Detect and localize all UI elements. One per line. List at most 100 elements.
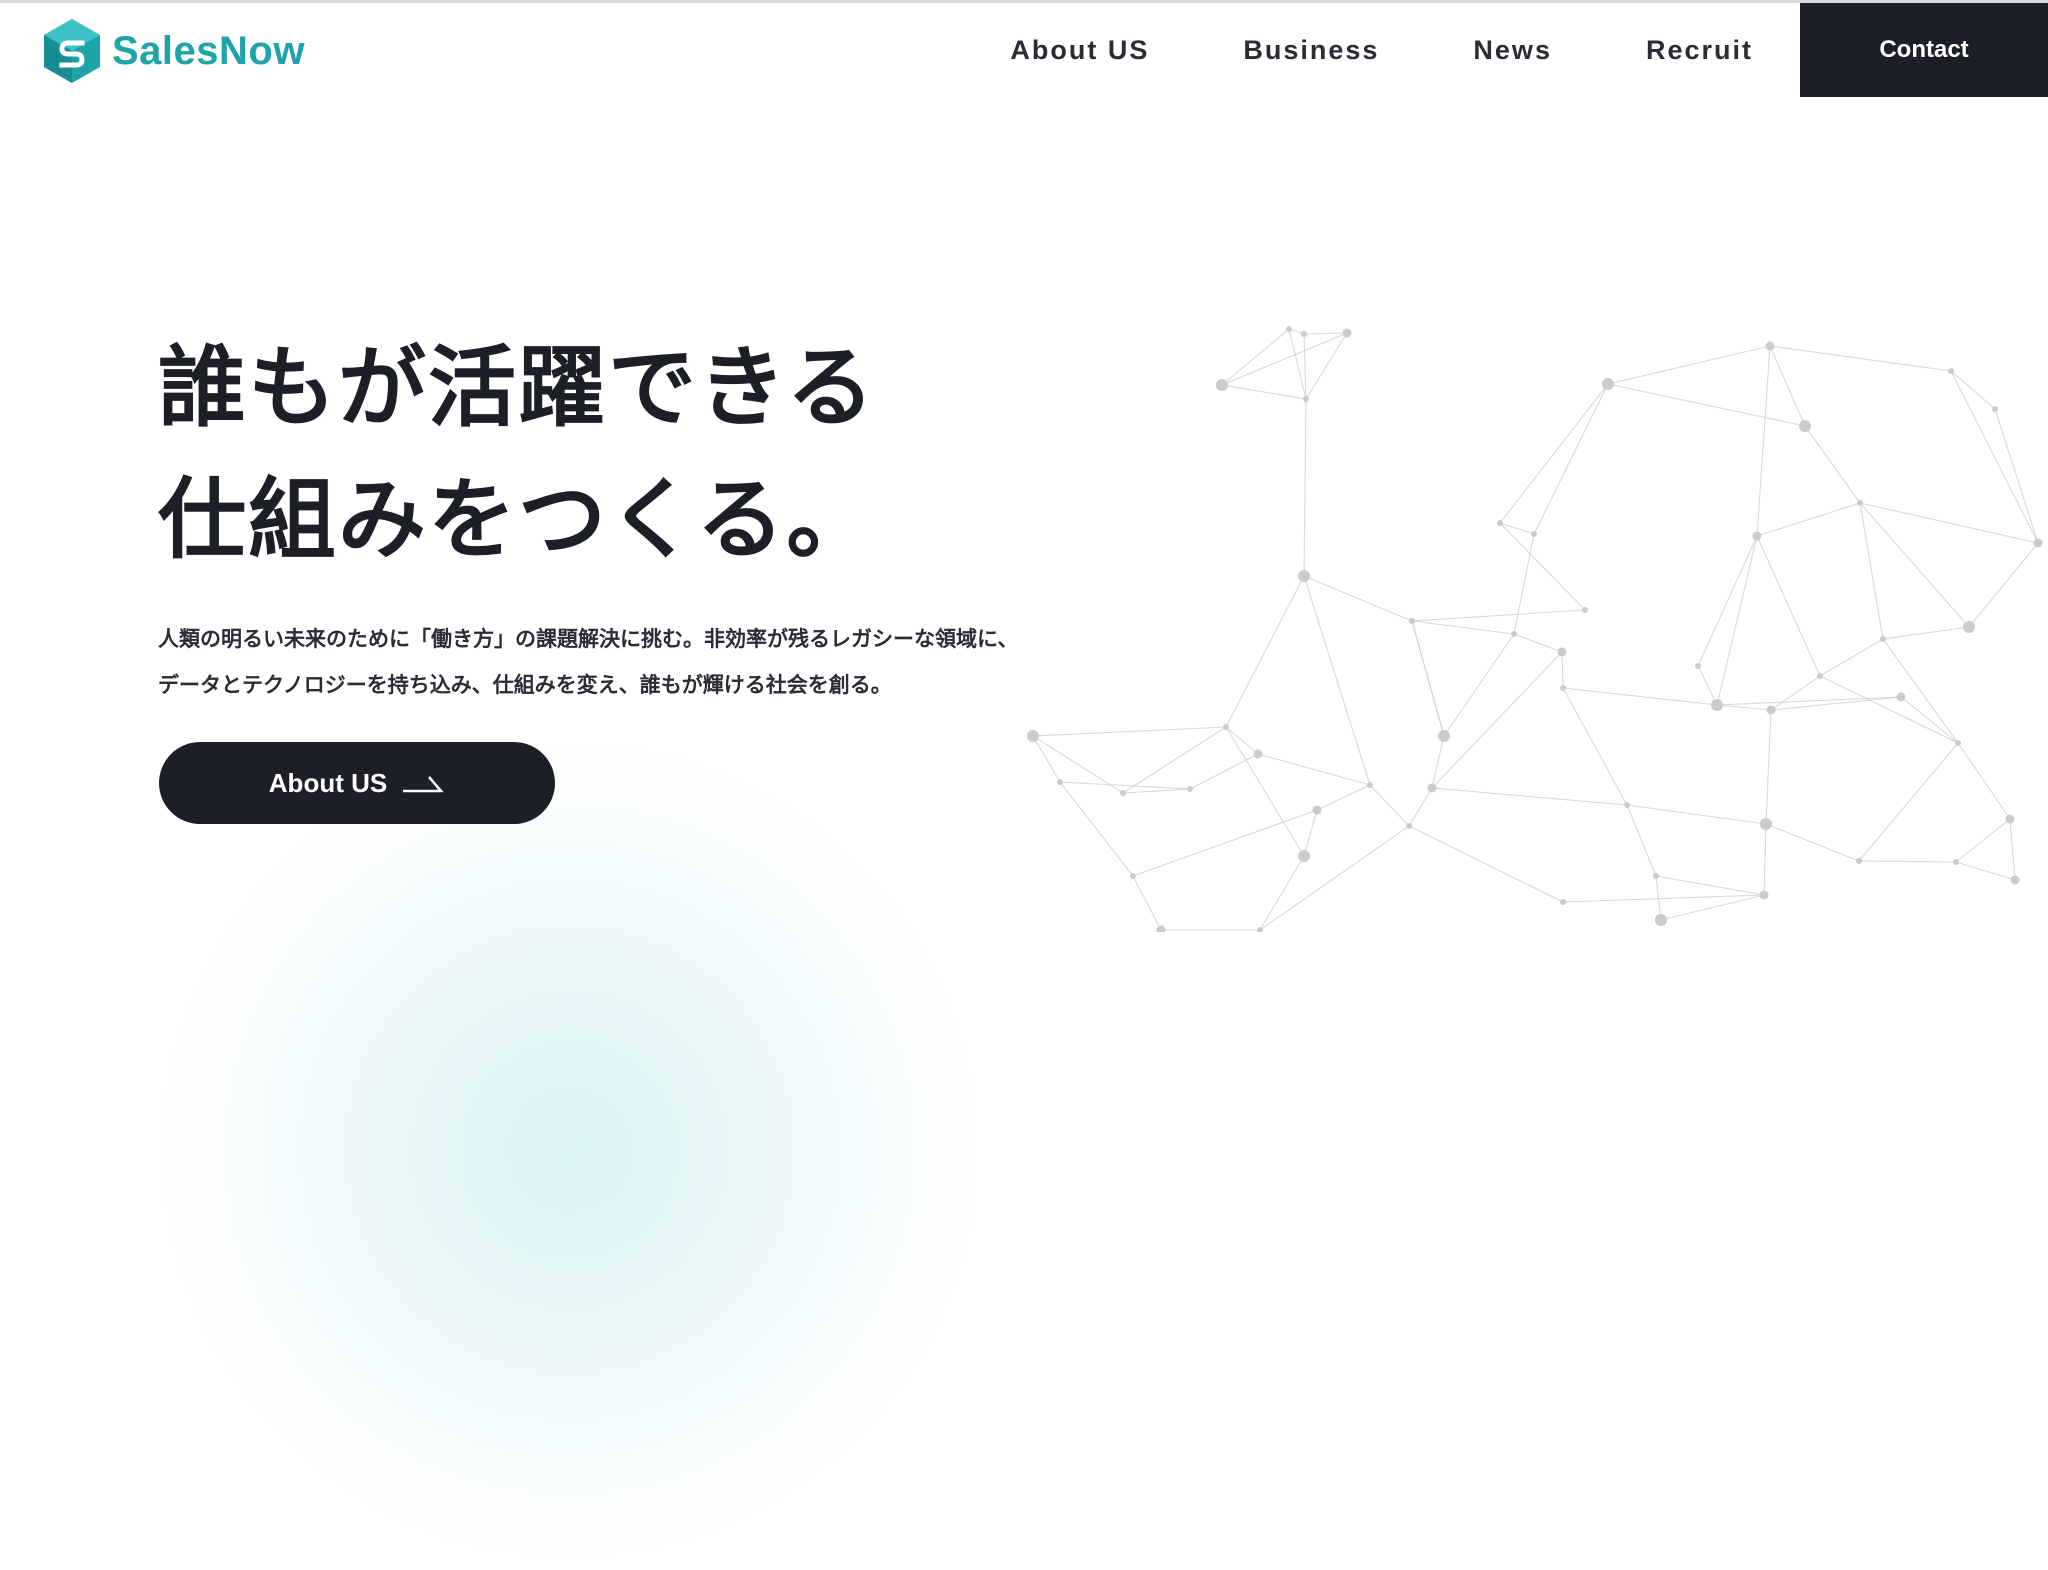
network-node: [1760, 818, 1772, 830]
network-edge: [1221, 332, 1348, 386]
network-edge: [1994, 408, 2039, 544]
network-node: [1156, 925, 1166, 932]
network-edge: [1697, 535, 1758, 667]
network-graph-illustration: [1027, 326, 2043, 932]
network-edge: [1225, 726, 1305, 857]
network-node: [1497, 520, 1503, 526]
network-node: [2033, 538, 2043, 548]
network-node: [1057, 779, 1063, 785]
network-node: [1963, 621, 1975, 633]
network-edge: [1411, 620, 1515, 635]
network-edge: [1561, 651, 1564, 689]
network-edge: [1303, 575, 1413, 622]
network-edge: [1859, 502, 1884, 640]
network-edge: [1122, 726, 1227, 794]
network-node: [1120, 790, 1126, 796]
nav-item-business[interactable]: Business: [1243, 35, 1379, 66]
network-node: [1298, 850, 1310, 862]
network-edge: [1305, 332, 1348, 400]
network-node: [1027, 730, 1039, 742]
contact-button[interactable]: Contact: [1800, 3, 2048, 97]
network-edge: [1221, 384, 1307, 400]
network-edge: [1819, 675, 1959, 744]
network-edge: [1770, 696, 1902, 711]
network-node: [1948, 368, 1954, 374]
network-node: [1653, 873, 1659, 879]
network-edge: [1513, 633, 1563, 653]
network-edge: [1804, 425, 1861, 504]
network-edge: [1955, 861, 2016, 881]
network-edge: [1303, 398, 1307, 577]
network-node: [1406, 823, 1412, 829]
network-edge: [1607, 345, 1771, 385]
cta-label: About US: [268, 767, 388, 798]
nav-item-recruit[interactable]: Recruit: [1646, 35, 1753, 66]
network-edge: [1431, 651, 1563, 789]
network-node: [1216, 379, 1228, 391]
hero-title-line-1: 誰もが活躍できる: [158, 336, 877, 439]
network-edge: [1626, 804, 1767, 825]
network-node: [1560, 685, 1566, 691]
network-edge: [1431, 735, 1445, 789]
network-edge: [1303, 575, 1371, 786]
network-edge: [1716, 535, 1758, 706]
network-node: [1286, 326, 1292, 332]
network-node: [1655, 914, 1667, 926]
network-edge: [1303, 332, 1348, 335]
network-edge: [1122, 788, 1191, 794]
hero-description-line-1: 人類の明るい未来のために「働き方」の課題解決に挑む。非効率が残るレガシーな領域に…: [158, 627, 1019, 651]
network-node: [1298, 570, 1310, 582]
network-edge: [1221, 328, 1290, 386]
network-node: [2010, 875, 2020, 885]
network-edge: [1950, 370, 2039, 544]
network-edge: [1369, 784, 1410, 827]
network-edge: [1499, 522, 1586, 611]
network-edge: [1968, 542, 2039, 628]
network-edge: [1756, 535, 1821, 677]
network-node: [1817, 673, 1823, 679]
network-edge: [1562, 894, 1765, 903]
network-edge: [1770, 675, 1821, 711]
about-us-cta-button[interactable]: About US: [159, 742, 555, 824]
nav-item-news[interactable]: News: [1473, 35, 1552, 66]
main-nav: About US Business News Recruit Contact: [1010, 3, 2048, 97]
brand-logo[interactable]: SalesNow: [44, 19, 305, 83]
network-edge: [1059, 781, 1134, 877]
network-node: [1253, 749, 1263, 759]
hero-title-line-2: 仕組みをつくる。: [158, 468, 877, 571]
network-edge: [1756, 502, 1861, 537]
network-edge: [1660, 894, 1765, 921]
network-edge: [1697, 665, 1718, 706]
network-node: [1560, 899, 1566, 905]
network-edge: [1513, 533, 1535, 635]
network-edge: [1562, 687, 1718, 706]
nav-item-about-us[interactable]: About US: [1010, 35, 1149, 66]
network-edge: [1303, 333, 1307, 400]
network-edge: [1858, 860, 1957, 863]
network-node: [1896, 692, 1906, 702]
network-node: [1303, 396, 1309, 402]
network-edge: [1443, 633, 1515, 737]
network-node: [1557, 647, 1567, 657]
network-edge: [1132, 809, 1318, 877]
network-node: [1856, 858, 1862, 864]
decorative-glow: [150, 730, 990, 1570]
network-node: [1695, 663, 1701, 669]
network-edge: [1655, 875, 1662, 921]
network-node: [1880, 636, 1886, 642]
network-node: [1752, 531, 1762, 541]
network-edge: [1957, 742, 2011, 820]
network-edge: [1955, 818, 2011, 863]
contact-button-label: Contact: [1879, 36, 1969, 63]
network-node: [1438, 730, 1450, 742]
network-edge: [1769, 345, 1952, 372]
network-edge: [1032, 726, 1227, 737]
network-edge: [1769, 345, 1806, 427]
hero-description-line-2: データとテクノロジーを持ち込み、仕組みを変え、誰もが輝ける社会を創る。: [158, 673, 892, 697]
network-node: [1223, 724, 1229, 730]
network-edge: [1259, 855, 1305, 931]
arrow-right-icon: [403, 776, 444, 793]
network-edge: [1859, 502, 2039, 544]
network-node: [2005, 814, 2015, 824]
network-node: [1301, 331, 1307, 337]
